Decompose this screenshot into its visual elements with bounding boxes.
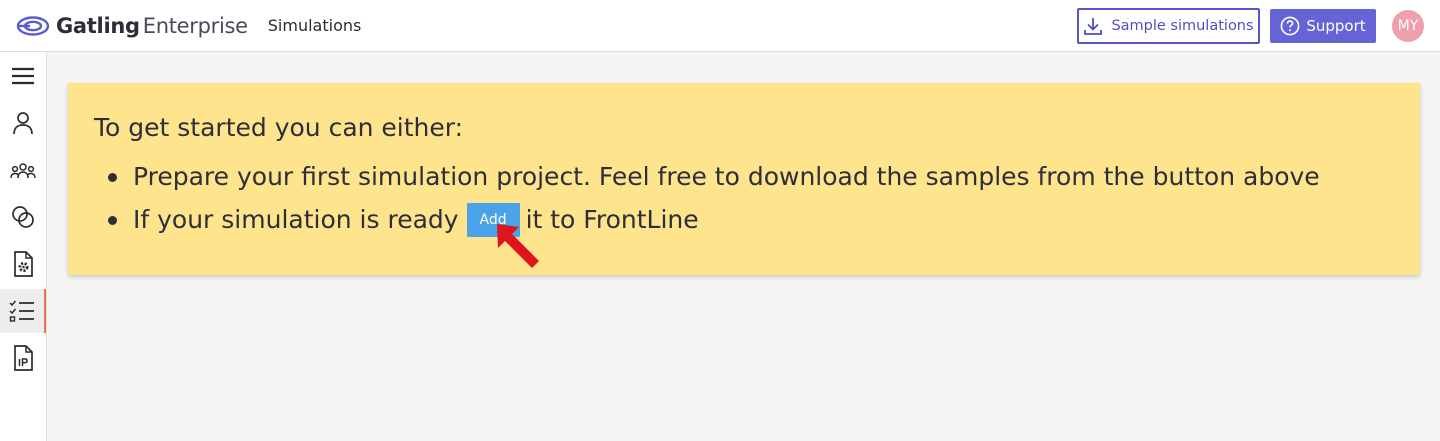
sample-simulations-label: Sample simulations xyxy=(1111,18,1254,34)
checklist-icon xyxy=(9,300,34,322)
banner-item-prepare: Prepare your first simulation project. F… xyxy=(133,162,1320,191)
bullet xyxy=(108,216,117,225)
user-avatar[interactable]: MY xyxy=(1392,10,1424,42)
sidebar-item-private-locations[interactable] xyxy=(0,336,46,380)
gatling-logo-icon xyxy=(16,15,50,36)
ip-file-icon xyxy=(14,345,33,371)
top-bar: Gatling Enterprise Simulations Sample sim… xyxy=(0,0,1440,52)
banner-item-frontline: it to FrontLine xyxy=(525,205,699,234)
sidebar-item-packages[interactable] xyxy=(0,242,46,286)
support-label: Support xyxy=(1306,17,1366,35)
sidebar-item-simulations[interactable] xyxy=(0,289,46,333)
brand-name-light: Enterprise xyxy=(142,13,248,38)
help-circle-icon xyxy=(1280,16,1300,36)
download-icon xyxy=(1084,18,1103,35)
menu-icon xyxy=(12,67,34,85)
header-actions: Sample simulations Support MY xyxy=(1077,0,1440,52)
sidebar xyxy=(0,52,47,441)
teams-icon xyxy=(10,163,36,179)
brand-name: Gatling Enterprise xyxy=(56,14,248,38)
list-item: Prepare your first simulation project. F… xyxy=(108,155,1320,198)
bullet xyxy=(108,173,117,182)
settings-file-icon xyxy=(14,251,33,277)
getting-started-banner: To get started you can either: Prepare y… xyxy=(68,83,1420,275)
list-item: If your simulation is ready Add it to Fr… xyxy=(108,198,1320,241)
annotation-arrow-icon xyxy=(497,224,539,268)
avatar-initials: MY xyxy=(1397,18,1419,34)
coins-icon xyxy=(12,206,34,228)
user-icon xyxy=(13,112,33,135)
sidebar-item-profile[interactable] xyxy=(0,101,46,145)
sample-simulations-button[interactable]: Sample simulations xyxy=(1077,8,1260,44)
sidebar-item-credits[interactable] xyxy=(0,195,46,239)
brand-logo[interactable]: Gatling Enterprise xyxy=(16,0,248,52)
sidebar-item-menu[interactable] xyxy=(0,54,46,98)
banner-item-ready: If your simulation is ready xyxy=(133,205,459,234)
page-title: Simulations xyxy=(267,16,362,35)
brand-name-bold: Gatling xyxy=(56,13,140,38)
banner-intro: To get started you can either: xyxy=(94,113,464,142)
sidebar-item-teams[interactable] xyxy=(0,149,46,193)
support-button[interactable]: Support xyxy=(1270,9,1376,43)
banner-list: Prepare your first simulation project. F… xyxy=(108,155,1320,241)
